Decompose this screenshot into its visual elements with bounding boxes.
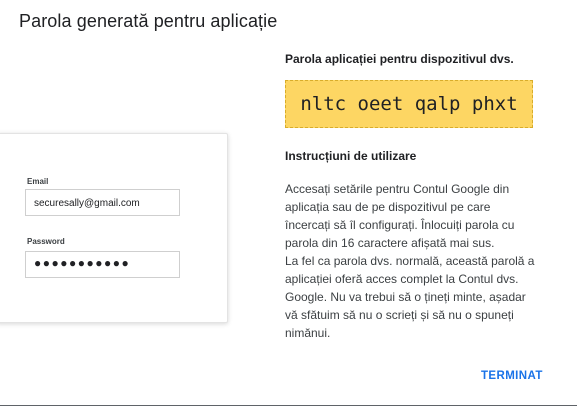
instructions-line: parola din 16 caractere afișată mai sus.: [285, 236, 495, 250]
generated-password-chip[interactable]: nltc oeet qalp phxt: [285, 80, 533, 128]
instructions-text: Accesați setările pentru Contul Google d…: [285, 180, 557, 342]
device-password-heading: Parola aplicației pentru dispozitivul dv…: [285, 52, 514, 66]
instructions-line: Google. Nu va trebui să o țineți minte, …: [285, 290, 526, 304]
password-field-value: ●●●●●●●●●●●: [34, 256, 131, 270]
generated-password-text[interactable]: nltc oeet qalp phxt: [300, 93, 517, 115]
bottom-divider: [0, 405, 577, 406]
instructions-line: aplicația sau de pe dispozitivul pe care: [285, 200, 491, 214]
instructions-heading: Instrucțiuni de utilizare: [285, 149, 417, 163]
instructions-line: La fel ca parola dvs. normală, această p…: [285, 254, 535, 268]
password-label: Password: [27, 237, 65, 246]
instructions-line: încercați să îl configurați. Înlocuiți p…: [285, 218, 515, 232]
instructions-line: aplicației oferă acces complet la Contul…: [285, 272, 519, 286]
instructions-line: Accesați setările pentru Contul Google d…: [285, 182, 510, 196]
done-button[interactable]: TERMINAT: [481, 370, 543, 382]
password-field: ●●●●●●●●●●●: [25, 251, 180, 278]
dialog-title: Parola generată pentru aplicație: [19, 11, 278, 31]
email-label: Email: [27, 177, 49, 186]
email-field: securesally@gmail.com: [25, 189, 180, 216]
instructions-line: nimănui.: [285, 326, 331, 340]
instructions-line: vă sfătuim să nu o scrieți și să nu o sp…: [285, 308, 514, 322]
login-illustration-card: Email securesally@gmail.com Password ●●●…: [0, 133, 228, 323]
email-field-value: securesally@gmail.com: [34, 198, 140, 209]
